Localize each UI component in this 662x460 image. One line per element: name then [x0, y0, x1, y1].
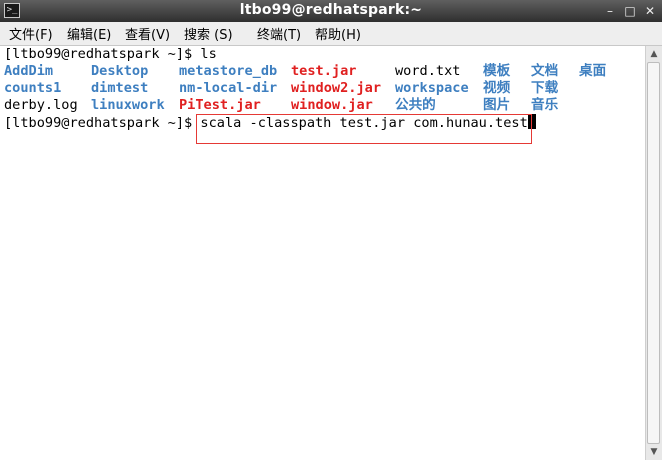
menu-edit[interactable]: 编辑(E)	[58, 24, 116, 43]
listing-item: linuxwork	[91, 97, 165, 113]
listing-item: test.jar	[291, 63, 357, 79]
listing-item: nm-local-dir	[179, 80, 278, 96]
menu-view[interactable]: 查看(V)	[116, 24, 175, 43]
listing-item: derby.log	[4, 97, 78, 113]
scroll-thumb[interactable]	[647, 62, 660, 444]
listing-item: metastore_db	[179, 63, 278, 79]
menu-help[interactable]: 帮助(H)	[306, 24, 375, 43]
listing-item: 视频	[483, 80, 511, 96]
command-highlight-box	[196, 114, 532, 144]
listing-item: 桌面	[579, 63, 607, 79]
listing-item: Desktop	[91, 63, 149, 79]
listing-item: dimtest	[91, 80, 149, 96]
listing-item: workspace	[395, 80, 469, 96]
close-icon[interactable]: ✕	[642, 3, 658, 19]
window-controls: – □ ✕	[602, 3, 658, 19]
title-bar[interactable]: >_ ltbo99@redhatspark:~ – □ ✕	[0, 0, 662, 23]
menu-terminal[interactable]: 终端(T)	[248, 24, 306, 43]
minimize-icon[interactable]: –	[602, 3, 618, 19]
listing-item: 下载	[531, 80, 559, 96]
menu-bar: 文件(F) 编辑(E) 查看(V) 搜索 (S) 终端(T) 帮助(H)	[0, 22, 662, 46]
menu-search[interactable]: 搜索 (S)	[175, 24, 248, 43]
window-title: ltbo99@redhatspark:~	[239, 2, 423, 18]
listing-item: word.txt	[395, 63, 461, 79]
vertical-scrollbar[interactable]: ▲ ▼	[645, 46, 662, 460]
scroll-down-arrow-icon[interactable]: ▼	[646, 444, 662, 460]
terminal-output[interactable]: [ltbo99@redhatspark ~]$ ls AddDim Deskto…	[0, 46, 645, 460]
listing-item: 音乐	[531, 97, 559, 113]
listing-item: 文档	[531, 63, 559, 79]
listing-item: counts1	[4, 80, 62, 96]
listing-item: 模板	[483, 63, 511, 79]
listing-item: 公共的	[395, 97, 436, 113]
listing-item: 图片	[483, 97, 511, 113]
menu-file[interactable]: 文件(F)	[0, 24, 58, 43]
listing-item: window2.jar	[291, 80, 382, 96]
scroll-up-arrow-icon[interactable]: ▲	[646, 46, 662, 62]
listing-item: AddDim	[4, 63, 54, 79]
terminal-line-ls: [ltbo99@redhatspark ~]$ ls	[4, 46, 217, 62]
listing-item: window.jar	[291, 97, 373, 113]
maximize-icon[interactable]: □	[622, 3, 638, 19]
listing-item: PiTest.jar	[179, 97, 261, 113]
shell-prompt: [ltbo99@redhatspark ~]$	[4, 115, 201, 131]
